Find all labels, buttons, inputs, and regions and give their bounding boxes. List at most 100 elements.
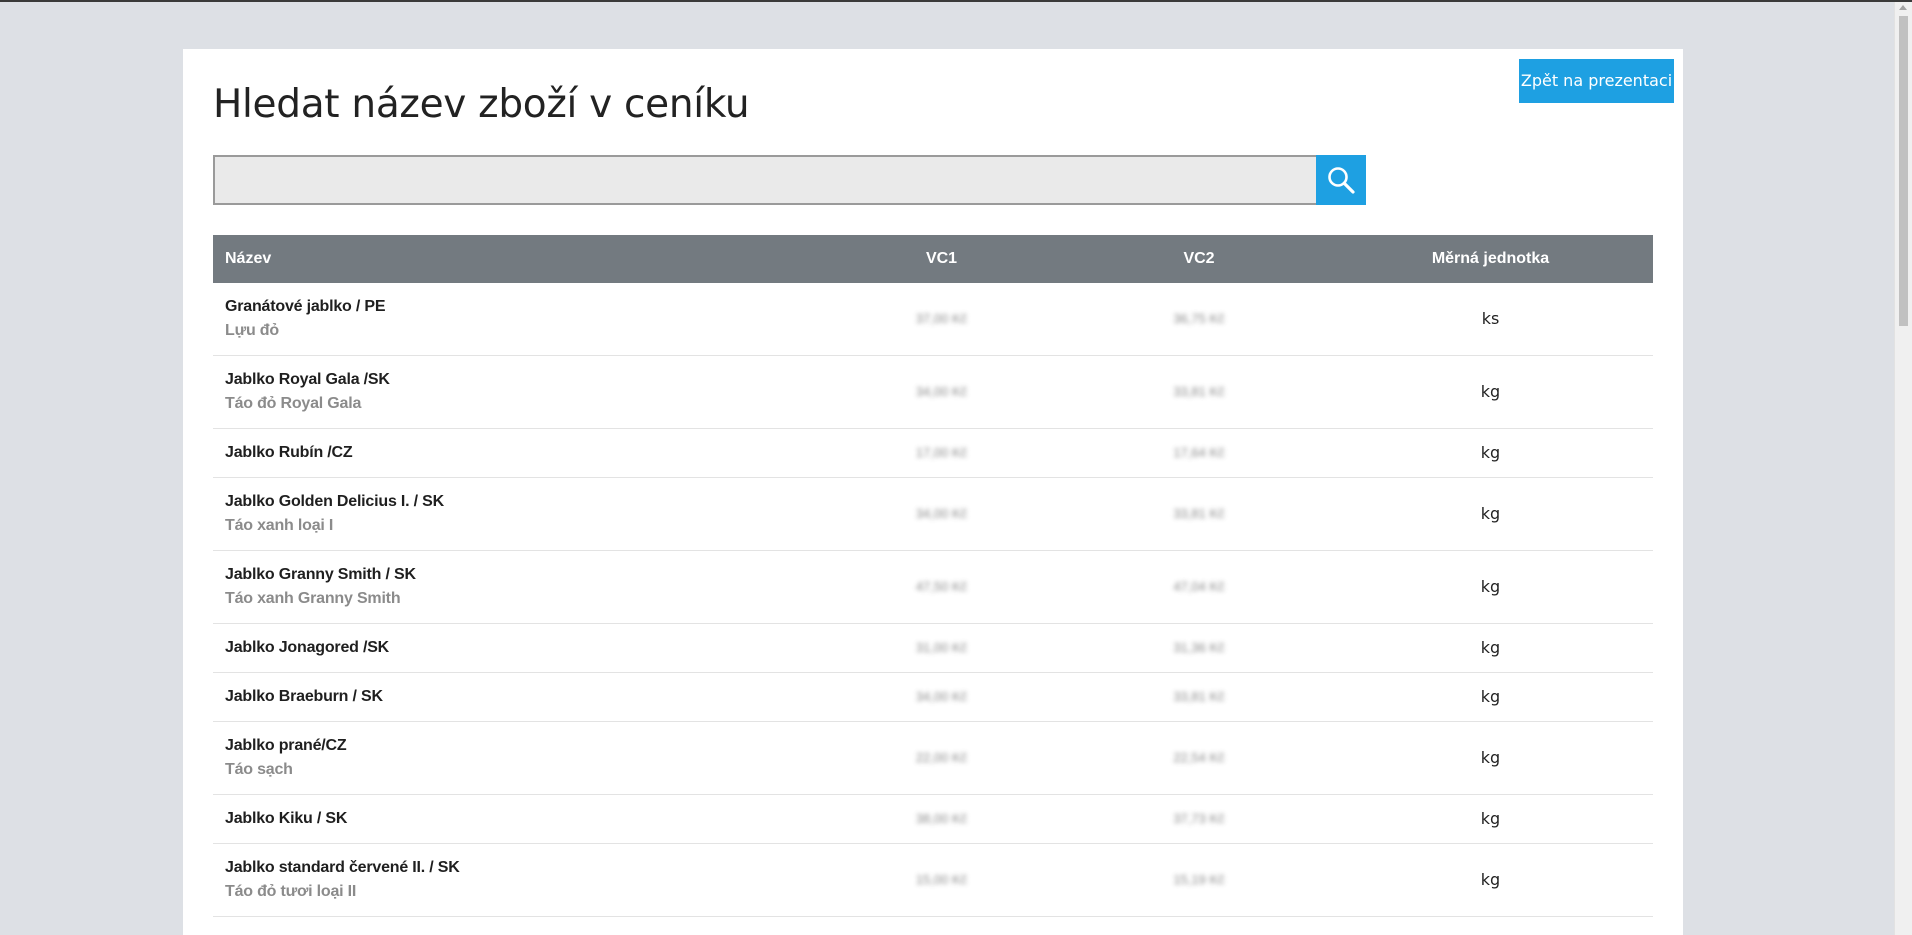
search-icon — [1328, 167, 1355, 194]
price-vc2: 17,64 Kč — [1173, 445, 1225, 460]
item-subname: Táo sạch — [225, 761, 293, 778]
table-row[interactable]: Jablko Kiku / SK 38,00 Kč 37,73 Kč kg — [213, 794, 1653, 844]
table-row[interactable]: Granátové jablko / PE Lựu đỏ 37,00 Kč 36… — [213, 283, 1653, 356]
table-row[interactable]: Jablko Royal Gala /SK Táo đỏ Royal Gala … — [213, 355, 1653, 429]
price-vc1: 37,00 Kč — [915, 311, 968, 326]
price-vc1: 17,00 Kč — [915, 445, 968, 460]
price-vc2: 37,73 Kč — [1173, 811, 1225, 826]
cell-unit: kg — [1328, 428, 1653, 478]
item-name: Granátové jablko / PE — [225, 298, 386, 315]
price-vc2: 33,81 Kč — [1173, 384, 1225, 399]
back-to-presentation-button[interactable]: Zpět na prezentaci — [1519, 59, 1674, 103]
cell-name: Jablko Golden Delicius I. / SK Táo xanh … — [213, 477, 813, 551]
price-vc2: 33,81 Kč — [1173, 689, 1225, 704]
table-row[interactable]: Jablko Rubín /CZ 17,00 Kč 17,64 Kč kg — [213, 428, 1653, 478]
cell-vc2: 37,73 Kč — [1070, 794, 1328, 844]
price-vc1: 22,00 Kč — [915, 750, 968, 765]
vertical-scrollbar[interactable] — [1894, 2, 1912, 935]
item-name: Jablko Jonagored /SK — [225, 639, 390, 656]
cell-vc2: 33,81 Kč — [1070, 355, 1328, 429]
item-name: Jablko standard červené II. / SK — [225, 859, 460, 876]
cell-vc1: 37,00 Kč — [813, 283, 1070, 356]
page-title: Hledat název zboží v ceníku — [213, 82, 750, 127]
item-name: Jablko Royal Gala /SK — [225, 371, 390, 388]
cell-unit: ks — [1328, 283, 1653, 356]
search-input[interactable] — [213, 155, 1316, 205]
price-list-card: Zpět na prezentaci Hledat název zboží v … — [183, 49, 1683, 935]
unit: kg — [1480, 870, 1501, 889]
cell-unit: kg — [1328, 843, 1653, 917]
cell-vc2: 15,19 Kč — [1070, 843, 1328, 917]
cell-vc1: 15,00 Kč — [813, 843, 1070, 917]
scroll-up-arrow-icon[interactable] — [1899, 5, 1907, 10]
cell-name: Jablko Royal Gala /SK Táo đỏ Royal Gala — [213, 355, 813, 429]
scrollbar-thumb[interactable] — [1899, 16, 1908, 326]
window-top-edge — [0, 0, 1912, 2]
column-header-name[interactable]: Název — [213, 235, 813, 283]
unit: ks — [1481, 309, 1500, 328]
price-vc1: 34,00 Kč — [915, 384, 968, 399]
column-header-vc2[interactable]: VC2 — [1070, 235, 1328, 283]
price-vc1: 15,00 Kč — [915, 872, 968, 887]
unit: kg — [1480, 577, 1501, 596]
price-table: Název VC1 VC2 Měrná jednotka Granátové j… — [213, 235, 1653, 917]
unit: kg — [1480, 443, 1501, 462]
item-name: Jablko Kiku / SK — [225, 810, 348, 827]
cell-unit: kg — [1328, 794, 1653, 844]
table-row[interactable]: Jablko Jonagored /SK 31,00 Kč 31,36 Kč k… — [213, 623, 1653, 673]
item-subname: Lựu đỏ — [225, 322, 279, 339]
item-subname: Táo xanh Granny Smith — [225, 590, 401, 607]
cell-name: Jablko Jonagored /SK — [213, 623, 813, 673]
table-row[interactable]: Jablko standard červené II. / SK Táo đỏ … — [213, 843, 1653, 917]
cell-name: Jablko Kiku / SK — [213, 794, 813, 844]
price-vc2: 33,81 Kč — [1173, 506, 1225, 521]
cell-unit: kg — [1328, 721, 1653, 795]
price-vc2: 15,19 Kč — [1173, 872, 1225, 887]
cell-name: Jablko Braeburn / SK — [213, 672, 813, 722]
cell-unit: kg — [1328, 623, 1653, 673]
cell-vc1: 34,00 Kč — [813, 355, 1070, 429]
price-vc2: 22,54 Kč — [1173, 750, 1225, 765]
column-header-vc1[interactable]: VC1 — [813, 235, 1070, 283]
cell-vc2: 17,64 Kč — [1070, 428, 1328, 478]
cell-vc2: 31,36 Kč — [1070, 623, 1328, 673]
price-vc1: 31,00 Kč — [915, 640, 968, 655]
item-name: Jablko Rubín /CZ — [225, 444, 353, 461]
cell-name: Jablko Granny Smith / SK Táo xanh Granny… — [213, 550, 813, 624]
cell-vc2: 47,04 Kč — [1070, 550, 1328, 624]
item-subname: Táo đỏ tươi loại II — [225, 883, 357, 900]
cell-unit: kg — [1328, 550, 1653, 624]
cell-vc1: 34,00 Kč — [813, 672, 1070, 722]
cell-unit: kg — [1328, 477, 1653, 551]
item-name: Jablko prané/CZ — [225, 737, 347, 754]
table-row[interactable]: Jablko prané/CZ Táo sạch 22,00 Kč 22,54 … — [213, 721, 1653, 795]
price-vc1: 47,50 Kč — [915, 579, 968, 594]
table-header-row: Název VC1 VC2 Měrná jednotka — [213, 235, 1653, 283]
cell-vc1: 47,50 Kč — [813, 550, 1070, 624]
unit: kg — [1480, 382, 1501, 401]
cell-unit: kg — [1328, 355, 1653, 429]
column-header-unit[interactable]: Měrná jednotka — [1328, 235, 1653, 283]
price-vc2: 36,75 Kč — [1173, 311, 1225, 326]
table-row[interactable]: Jablko Granny Smith / SK Táo xanh Granny… — [213, 550, 1653, 624]
cell-vc1: 34,00 Kč — [813, 477, 1070, 551]
item-name: Jablko Golden Delicius I. / SK — [225, 493, 444, 510]
search-button[interactable] — [1316, 155, 1366, 205]
item-name: Jablko Granny Smith / SK — [225, 566, 416, 583]
price-vc2: 47,04 Kč — [1173, 579, 1225, 594]
cell-vc2: 33,81 Kč — [1070, 477, 1328, 551]
cell-name: Jablko Rubín /CZ — [213, 428, 813, 478]
price-vc2: 31,36 Kč — [1173, 640, 1225, 655]
table-row[interactable]: Jablko Golden Delicius I. / SK Táo xanh … — [213, 477, 1653, 551]
cell-vc1: 17,00 Kč — [813, 428, 1070, 478]
unit: kg — [1480, 638, 1501, 657]
unit: kg — [1480, 504, 1501, 523]
unit: kg — [1480, 748, 1501, 767]
item-name: Jablko Braeburn / SK — [225, 688, 383, 705]
cell-vc2: 22,54 Kč — [1070, 721, 1328, 795]
cell-name: Jablko standard červené II. / SK Táo đỏ … — [213, 843, 813, 917]
price-vc1: 34,00 Kč — [915, 506, 968, 521]
unit: kg — [1480, 687, 1501, 706]
table-row[interactable]: Jablko Braeburn / SK 34,00 Kč 33,81 Kč k… — [213, 672, 1653, 722]
cell-vc1: 38,00 Kč — [813, 794, 1070, 844]
